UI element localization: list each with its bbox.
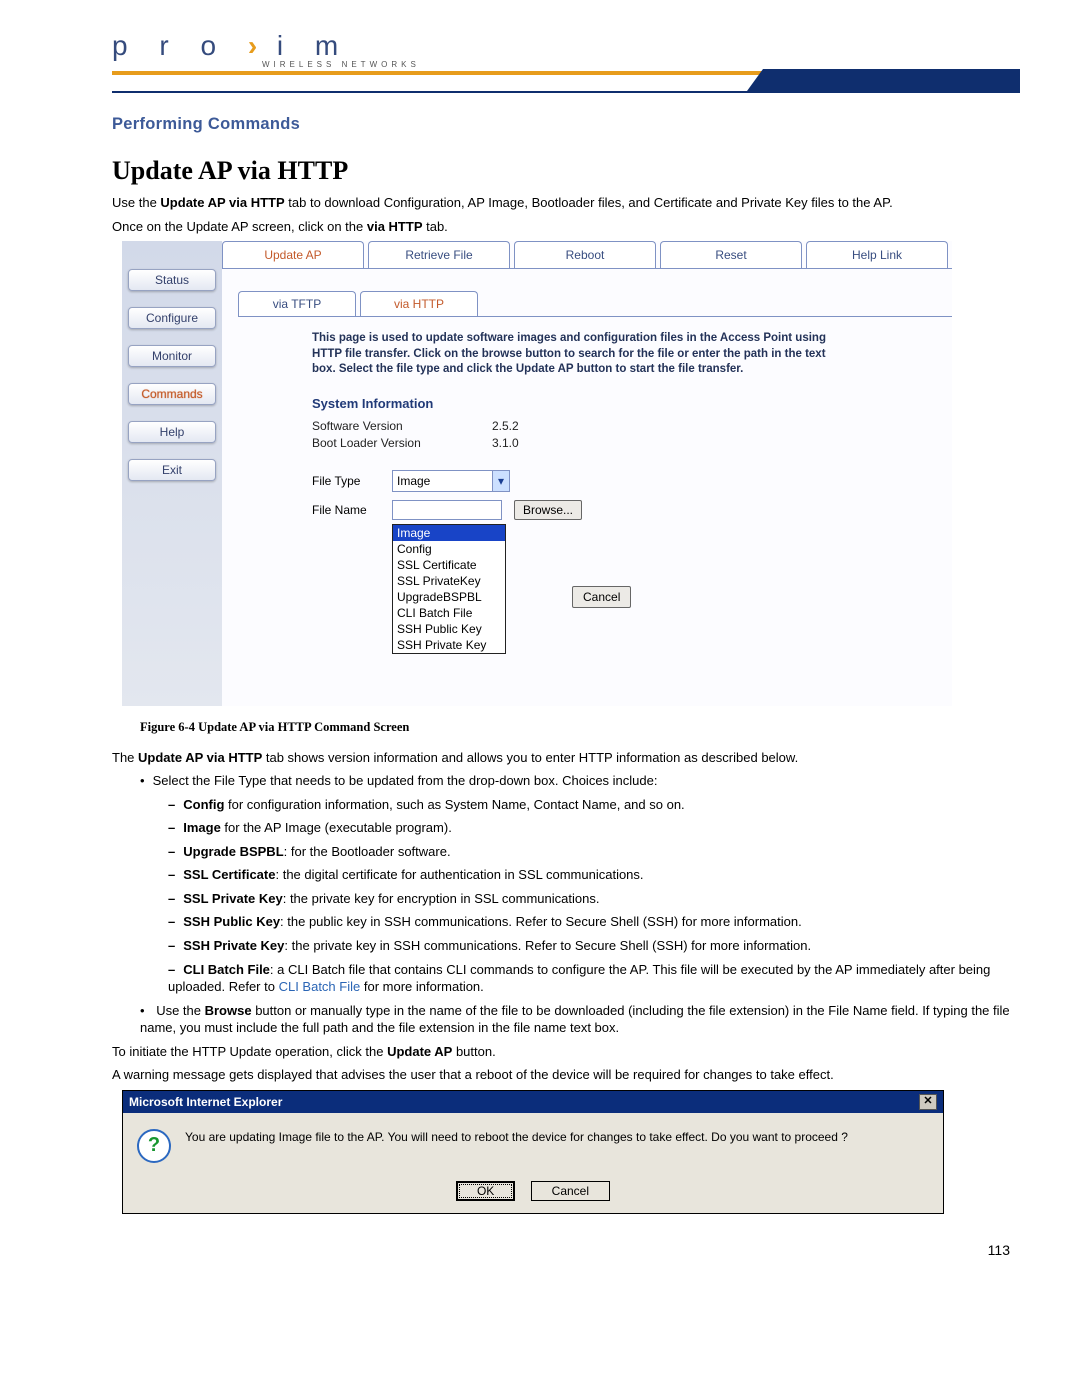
page-title: Update AP via HTTP [112, 156, 1020, 186]
system-information-heading: System Information [312, 396, 932, 411]
file-type-option-config[interactable]: Config [393, 541, 505, 557]
file-type-option-ssh-pubkey[interactable]: SSH Public Key [393, 621, 505, 637]
tab-update-ap[interactable]: Update AP [222, 241, 364, 268]
software-version-value: 2.5.2 [492, 419, 519, 433]
opt-ssl-privkey: SSL Private Key: the private key for enc… [112, 890, 1020, 908]
file-type-label: File Type [312, 474, 392, 488]
file-type-option-cli-batch[interactable]: CLI Batch File [393, 605, 505, 621]
bootloader-version-value: 3.1.0 [492, 436, 519, 450]
opt-config: Config for configuration information, su… [112, 796, 1020, 814]
dialog-message: You are updating Image file to the AP. Y… [185, 1129, 848, 1163]
sub-tabs: via TFTP via HTTP [238, 291, 952, 317]
dialog-ok-button[interactable]: OK [456, 1181, 515, 1201]
opt-image: Image for the AP Image (executable progr… [112, 819, 1020, 837]
tab-reboot[interactable]: Reboot [514, 241, 656, 268]
sidebar-item-monitor[interactable]: Monitor [128, 345, 216, 367]
screenshot-update-ap: Status Configure Monitor Commands Help E… [122, 241, 938, 706]
bootloader-version-label: Boot Loader Version [312, 436, 492, 450]
file-type-option-ssl-privkey[interactable]: SSL PrivateKey [393, 573, 505, 589]
subtab-via-http[interactable]: via HTTP [360, 291, 478, 316]
sidebar: Status Configure Monitor Commands Help E… [122, 241, 222, 706]
chevron-down-icon: ▾ [492, 471, 509, 491]
desc-bullet-browse: Use the Browse button or manually type i… [112, 1002, 1020, 1037]
header-rule [112, 71, 1020, 97]
logo-x-glyph: › [248, 30, 257, 61]
sidebar-item-configure[interactable]: Configure [128, 307, 216, 329]
question-icon: ? [137, 1129, 171, 1163]
file-type-select[interactable]: Image ▾ [392, 470, 510, 492]
sidebar-item-commands[interactable]: Commands [128, 383, 216, 405]
intro-p1: Use the Update AP via HTTP tab to downlo… [112, 194, 1020, 212]
sidebar-item-exit[interactable]: Exit [128, 459, 216, 481]
figure-caption: Figure 6-4 Update AP via HTTP Command Sc… [140, 720, 1020, 735]
tab-reset[interactable]: Reset [660, 241, 802, 268]
page-number: 113 [112, 1242, 1020, 1258]
opt-cli-batch: CLI Batch File: a CLI Batch file that co… [112, 961, 1020, 996]
desc-p1: The Update AP via HTTP tab shows version… [112, 749, 1020, 767]
file-type-option-upgrade-bspbl[interactable]: UpgradeBSPBL [393, 589, 505, 605]
cli-batch-file-link[interactable]: CLI Batch File [279, 979, 361, 994]
subtab-via-tftp[interactable]: via TFTP [238, 291, 356, 316]
intro-p2: Once on the Update AP screen, click on t… [112, 218, 1020, 236]
file-name-label: File Name [312, 503, 392, 517]
opt-ssl-cert: SSL Certificate: the digital certificate… [112, 866, 1020, 884]
desc-bullet-1: Select the File Type that needs to be up… [112, 772, 1020, 790]
tab-help-link[interactable]: Help Link [806, 241, 948, 268]
logo: p r o › i m [112, 30, 1020, 62]
sidebar-item-help[interactable]: Help [128, 421, 216, 443]
dialog-title: Microsoft Internet Explorer [129, 1095, 282, 1109]
software-version-row: Software Version 2.5.2 [312, 419, 932, 433]
tab-retrieve-file[interactable]: Retrieve File [368, 241, 510, 268]
cancel-button[interactable]: Cancel [572, 586, 631, 608]
opt-ssh-privkey: SSH Private Key: the private key in SSH … [112, 937, 1020, 955]
file-name-input[interactable] [392, 500, 502, 520]
browse-button[interactable]: Browse... [514, 500, 582, 520]
panel-help-text: This page is used to update software ima… [312, 331, 842, 378]
file-type-option-ssh-privkey[interactable]: SSH Private Key [393, 637, 505, 653]
sidebar-item-status[interactable]: Status [128, 269, 216, 291]
file-type-option-image[interactable]: Image [393, 525, 505, 541]
software-version-label: Software Version [312, 419, 492, 433]
top-tabs: Update AP Retrieve File Reboot Reset Hel… [222, 241, 952, 269]
bootloader-version-row: Boot Loader Version 3.1.0 [312, 436, 932, 450]
desc-warning: A warning message gets displayed that ad… [112, 1066, 1020, 1084]
reboot-warning-dialog: Microsoft Internet Explorer ✕ ? You are … [122, 1090, 944, 1214]
section-label: Performing Commands [112, 115, 1020, 134]
file-type-option-ssl-cert[interactable]: SSL Certificate [393, 557, 505, 573]
file-type-value: Image [397, 474, 430, 488]
file-type-dropdown[interactable]: Image Config SSL Certificate SSL Private… [392, 524, 506, 654]
opt-ssh-pubkey: SSH Public Key: the public key in SSH co… [112, 913, 1020, 931]
opt-upgrade-bspbl: Upgrade BSPBL: for the Bootloader softwa… [112, 843, 1020, 861]
close-icon[interactable]: ✕ [919, 1094, 937, 1110]
dialog-cancel-button[interactable]: Cancel [531, 1181, 610, 1201]
desc-initiate: To initiate the HTTP Update operation, c… [112, 1043, 1020, 1061]
